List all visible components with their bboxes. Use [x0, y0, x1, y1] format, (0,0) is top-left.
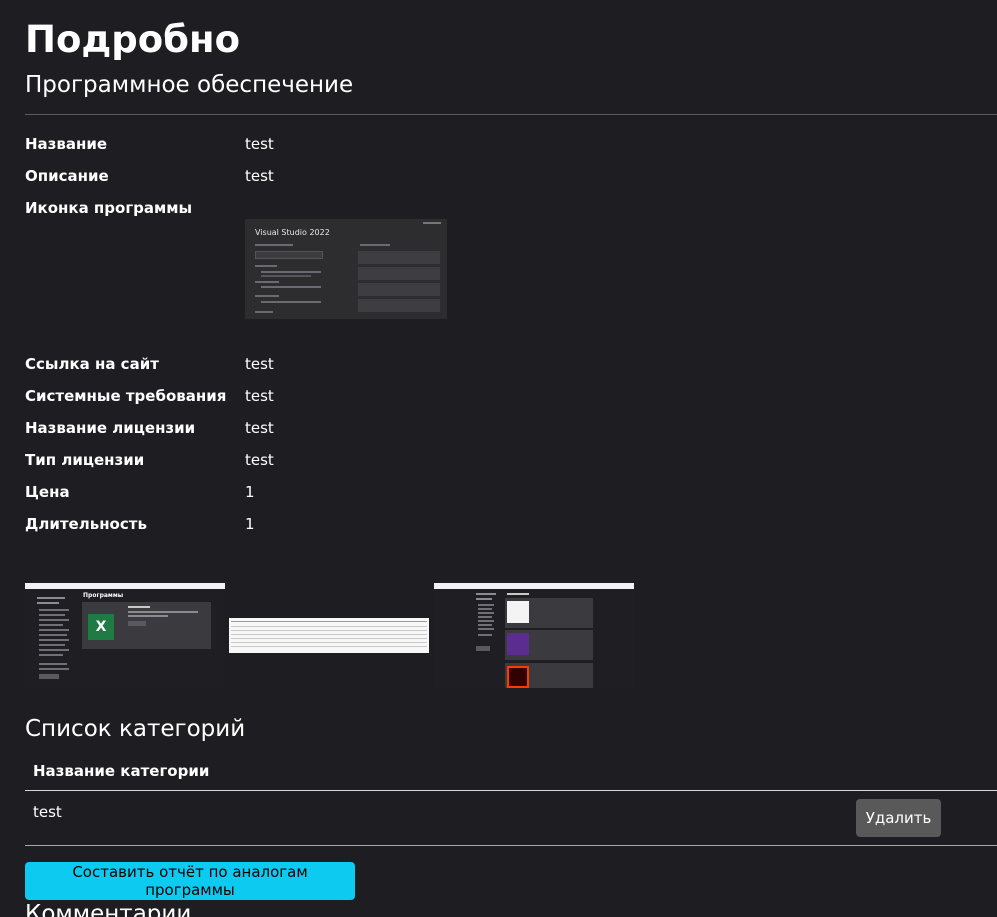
thumb-line [507, 593, 529, 595]
thumb-button [128, 621, 146, 626]
image-line [255, 244, 293, 246]
value-name: test [245, 135, 274, 153]
image-line [360, 244, 390, 246]
value-license-type: test [245, 451, 274, 469]
value-description: test [245, 167, 274, 185]
thumb-line [39, 634, 67, 636]
thumb-button [476, 646, 490, 651]
thumb-line [476, 598, 492, 600]
thumb-line [478, 628, 494, 630]
thumb-topbar [25, 583, 225, 589]
image-line [261, 271, 321, 273]
sheet-row [231, 634, 427, 635]
thumb-heading: Программы [83, 592, 124, 599]
thumb-line [39, 668, 69, 670]
sheet-row [231, 642, 427, 643]
category-column-header: Название категории [33, 762, 210, 780]
thumb-line [478, 604, 494, 606]
thumb-line [478, 616, 492, 618]
thumb-line [39, 609, 69, 611]
sheet-row [231, 630, 427, 631]
thumb-line [128, 615, 168, 617]
delete-category-button[interactable]: Удалить [856, 799, 941, 837]
screenshot-thumbnail-1[interactable]: Программы X [25, 583, 225, 688]
image-line [255, 311, 273, 313]
page-subtitle: Программное обеспечение [25, 72, 354, 98]
illustrator-logo-icon [507, 666, 529, 688]
thumb-line [39, 619, 69, 621]
thumb-line [39, 629, 69, 631]
spreadsheet-image [229, 618, 429, 653]
table-header-divider [25, 790, 997, 791]
analog-report-button[interactable]: Составить отчёт по аналогам программы [25, 862, 355, 900]
label-description: Описание [25, 167, 109, 185]
thumb-line [39, 644, 65, 646]
label-website: Ссылка на сайт [25, 355, 159, 373]
label-license-name: Название лицензии [25, 419, 196, 437]
thumb-line [478, 624, 492, 626]
category-name-cell: test [33, 803, 62, 821]
sheet-row [231, 646, 427, 647]
label-duration: Длительность [25, 515, 147, 533]
image-line [255, 295, 279, 297]
thumb-line [37, 597, 65, 599]
thumb-line [39, 663, 67, 665]
thumb-topbar [434, 583, 634, 589]
thumb-line [478, 620, 494, 622]
image-line [261, 275, 311, 277]
thumb-line [37, 602, 59, 604]
details-page: Подробно Программное обеспечение Названи… [0, 0, 997, 917]
image-line [261, 286, 321, 288]
thumb-button [39, 674, 59, 679]
categories-heading: Список категорий [25, 716, 246, 742]
thumb-line [478, 608, 492, 610]
screenshot-thumbnail-3[interactable] [434, 583, 634, 688]
image-card [358, 251, 440, 264]
thumb-line [478, 634, 492, 636]
thumb-line [478, 612, 494, 614]
vs-title: Visual Studio 2022 [255, 228, 330, 237]
value-website: test [245, 355, 274, 373]
thumb-line [39, 654, 63, 656]
image-line [255, 281, 279, 283]
label-program-icon: Иконка программы [25, 199, 193, 217]
thumb-line [128, 611, 198, 613]
thumb-line [39, 614, 65, 616]
value-system-requirements: test [245, 387, 274, 405]
program-icon-image: Visual Studio 2022 [245, 219, 447, 319]
thumb-line [39, 649, 69, 651]
thumb-line [39, 624, 63, 626]
table-row-divider [25, 845, 997, 846]
comments-heading: Комментарии [25, 901, 192, 917]
page-title: Подробно [25, 18, 240, 61]
label-name: Название [25, 135, 108, 153]
visual-studio-logo-icon [507, 633, 529, 655]
window-controls [423, 222, 441, 224]
divider [25, 114, 997, 115]
image-card [358, 267, 440, 280]
screenshot-thumbnail-2[interactable] [229, 583, 429, 653]
image-card [358, 299, 440, 312]
image-line [261, 301, 321, 303]
thumb-line [39, 639, 69, 641]
label-price: Цена [25, 483, 70, 501]
sheet-row [231, 621, 427, 622]
value-license-name: test [245, 419, 274, 437]
thumb-line [128, 606, 150, 608]
image-card [358, 283, 440, 296]
label-system-requirements: Системные требования [25, 387, 227, 405]
image-line [255, 265, 277, 267]
sheet-row [231, 626, 427, 627]
label-license-type: Тип лицензии [25, 451, 145, 469]
sheet-row [231, 638, 427, 639]
value-duration: 1 [245, 515, 255, 533]
image-search-box [255, 251, 323, 259]
thumb-line [476, 593, 496, 595]
value-price: 1 [245, 483, 255, 501]
excel-logo-icon: X [88, 614, 114, 640]
app-logo-icon [507, 601, 529, 623]
